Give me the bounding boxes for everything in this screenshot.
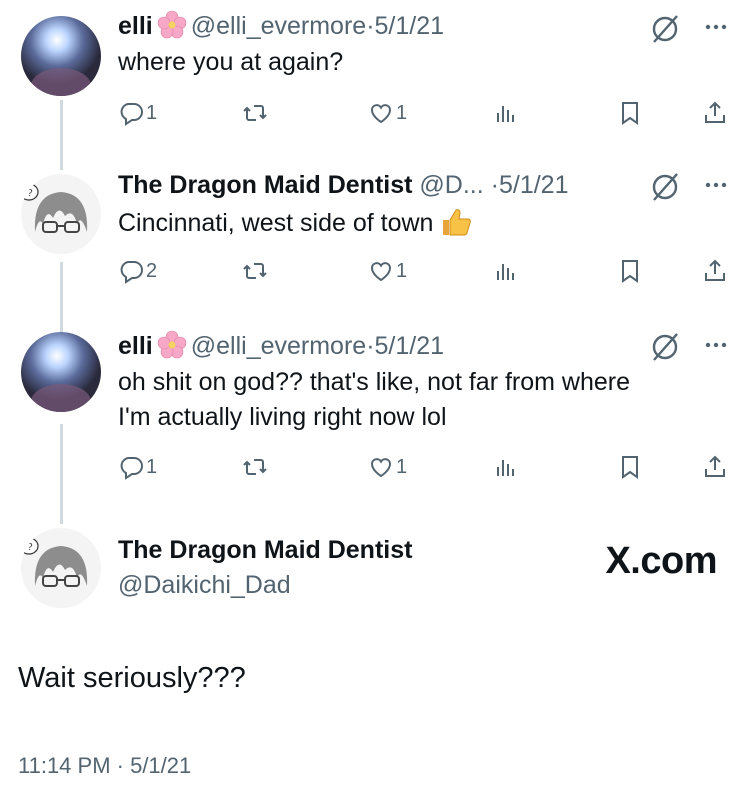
grok-icon[interactable]: [649, 171, 681, 203]
tweet-text: Cincinnati, west side of town: [118, 205, 473, 240]
grok-icon[interactable]: [649, 13, 681, 45]
grok-icon[interactable]: [649, 331, 681, 363]
tweet-text-line: I'm actually living right now lol: [118, 403, 447, 431]
thumbs-up-icon: [443, 209, 472, 236]
share-button[interactable]: [702, 256, 728, 286]
avatar[interactable]: [21, 16, 101, 96]
avatar[interactable]: [21, 332, 101, 412]
timestamp[interactable]: 11:14 PM · 5/1/21: [18, 752, 191, 780]
bookmark-icon: [622, 456, 638, 479]
retweet-icon: [243, 263, 267, 279]
bookmark-button[interactable]: [617, 98, 643, 128]
reply-icon: [120, 457, 143, 480]
share-button[interactable]: [702, 98, 728, 128]
tweet-text: where you at again?: [118, 48, 344, 76]
display-name[interactable]: The Dragon Maid Dentist: [118, 535, 412, 565]
like-button[interactable]: 1: [368, 256, 407, 286]
cherry-blossom-icon: [157, 10, 187, 39]
separator: ·: [366, 12, 375, 40]
like-button[interactable]: 1: [368, 452, 407, 482]
like-count: 1: [396, 259, 408, 282]
reply-count: 1: [146, 101, 158, 124]
reply-count: 2: [146, 259, 158, 282]
reply-button[interactable]: 1: [118, 452, 157, 482]
views-icon: [497, 264, 514, 280]
views-button[interactable]: [493, 98, 519, 128]
bookmark-icon: [622, 260, 638, 283]
reply-button[interactable]: 2: [118, 256, 157, 286]
handle[interactable]: @D...: [419, 171, 483, 199]
retweet-icon: [243, 105, 267, 121]
action-bar: 1 1: [118, 98, 729, 128]
avatar[interactable]: ?: [21, 528, 101, 608]
svg-text:?: ?: [27, 542, 33, 553]
views-button[interactable]: [493, 452, 519, 482]
like-count: 1: [396, 455, 408, 478]
like-icon: [370, 458, 392, 478]
main-tweet-text: Wait seriously???: [18, 662, 246, 694]
separator: ·: [490, 171, 499, 199]
share-icon: [705, 101, 725, 123]
x-watermark: X.com: [605, 540, 717, 582]
date[interactable]: 5/1/21: [375, 12, 445, 40]
date[interactable]: 5/1/21: [375, 332, 445, 360]
like-count: 1: [396, 101, 408, 124]
avatar[interactable]: ?: [21, 174, 101, 254]
date[interactable]: 5/1/21: [499, 171, 569, 199]
views-icon: [497, 460, 514, 476]
action-bar: 1 1: [118, 452, 729, 482]
display-name[interactable]: elli: [118, 12, 153, 40]
separator: ·: [366, 332, 375, 360]
handle[interactable]: @Daikichi_Dad: [118, 570, 291, 600]
reply-count: 1: [146, 455, 158, 478]
tweet[interactable]: elli @elli_evermore·5/1/21 oh shit on god…: [0, 320, 749, 500]
handle[interactable]: @elli_evermore: [191, 332, 366, 360]
like-icon: [370, 262, 392, 282]
like-icon: [370, 104, 392, 124]
reply-button[interactable]: 1: [118, 98, 157, 128]
tweet[interactable]: ? The Dragon Maid Dentist @D... ·5/1/21 …: [0, 160, 749, 310]
tweet-text-line: oh shit on god?? that's like, not far fr…: [118, 368, 630, 396]
svg-text:?: ?: [27, 188, 33, 199]
retweet-button[interactable]: [242, 452, 270, 482]
display-name[interactable]: The Dragon Maid Dentist: [118, 171, 412, 199]
share-icon: [705, 259, 725, 281]
bookmark-button[interactable]: [617, 452, 643, 482]
action-bar: 2 1: [118, 256, 729, 286]
like-button[interactable]: 1: [368, 98, 407, 128]
retweet-button[interactable]: [242, 256, 270, 286]
more-icon[interactable]: [701, 12, 731, 42]
tweet-text-content: Cincinnati, west side of town: [118, 209, 434, 237]
more-icon[interactable]: [701, 330, 731, 360]
retweet-icon: [243, 459, 267, 475]
bookmark-icon: [622, 102, 638, 125]
display-name[interactable]: elli: [118, 332, 153, 360]
more-icon[interactable]: [701, 170, 731, 200]
handle[interactable]: @elli_evermore: [191, 12, 366, 40]
views-icon: [497, 106, 514, 122]
share-icon: [705, 455, 725, 477]
bookmark-button[interactable]: [617, 256, 643, 286]
reply-icon: [120, 103, 143, 126]
tweet[interactable]: elli @elli_evermore·5/1/21 where you at a…: [0, 0, 749, 150]
reply-icon: [120, 261, 143, 284]
views-button[interactable]: [493, 256, 519, 286]
retweet-button[interactable]: [242, 98, 270, 128]
share-button[interactable]: [702, 452, 728, 482]
cherry-blossom-icon: [157, 330, 187, 359]
